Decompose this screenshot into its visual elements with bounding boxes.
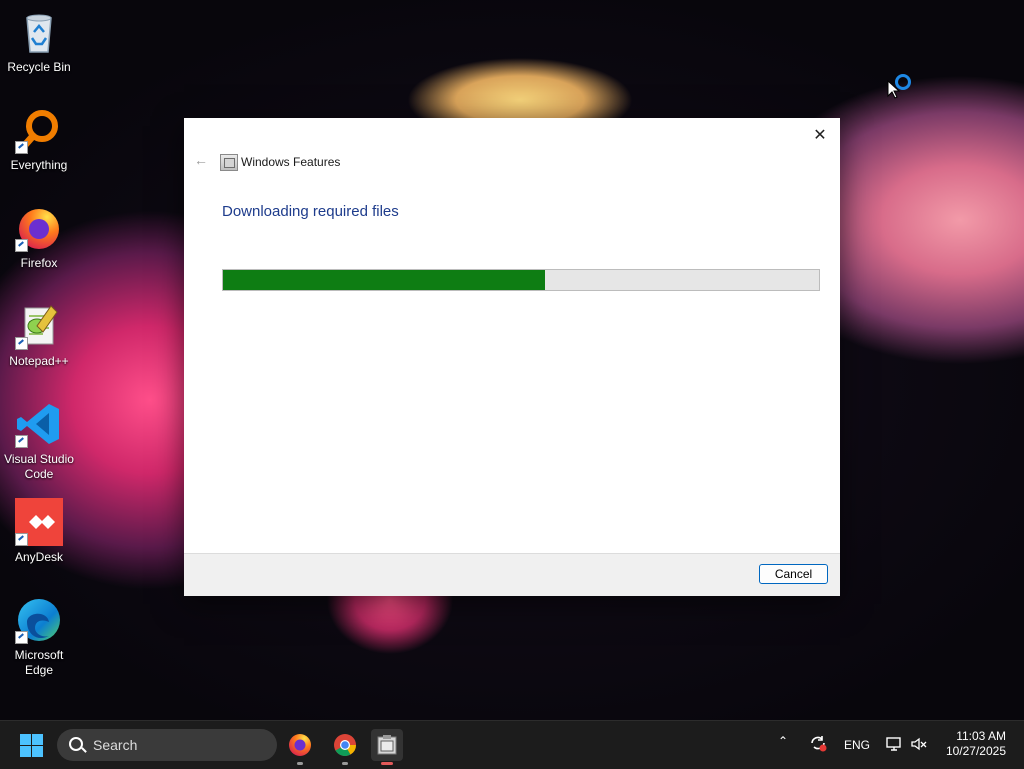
shortcut-arrow-icon: [15, 141, 28, 154]
desktop-icon-label: Notepad++: [9, 354, 69, 368]
desktop-icon-label: Firefox: [20, 256, 58, 270]
close-button[interactable]: ✕: [808, 124, 832, 148]
shortcut-arrow-icon: [15, 435, 28, 448]
desktop-icon-label: Everything: [10, 158, 68, 172]
windows-features-icon: [377, 735, 397, 755]
language-indicator[interactable]: ENG: [844, 738, 870, 752]
cancel-button[interactable]: Cancel: [759, 564, 828, 584]
close-icon: ✕: [813, 127, 827, 144]
clock-date: 10/27/2025: [945, 744, 1006, 758]
status-heading: Downloading required files: [222, 203, 399, 220]
dialog-title: Windows Features: [241, 155, 341, 169]
taskbar-app-firefox[interactable]: [284, 729, 316, 765]
search-icon: [69, 737, 83, 751]
desktop-icon-firefox[interactable]: Firefox: [0, 204, 78, 271]
sync-status-icon[interactable]: [808, 733, 828, 756]
firefox-icon: [289, 734, 311, 756]
recycle-bin-icon: [15, 8, 63, 56]
search-placeholder: Search: [93, 737, 138, 753]
notepadpp-icon: [15, 302, 63, 350]
shortcut-arrow-icon: [15, 239, 28, 252]
chrome-icon: [334, 734, 356, 756]
desktop-icon-everything[interactable]: Everything: [0, 106, 78, 173]
progress-fill: [223, 270, 545, 290]
active-indicator: [381, 762, 393, 765]
running-indicator: [342, 762, 348, 765]
windows-features-icon: [220, 154, 238, 171]
vscode-icon: [15, 400, 63, 448]
running-indicator: [297, 762, 303, 765]
shortcut-arrow-icon: [15, 337, 28, 350]
windows-features-dialog: ✕ ← Windows Features Downloading require…: [184, 118, 840, 596]
taskbar-app-windows-features[interactable]: [371, 729, 403, 765]
desktop-icon-label: Microsoft Edge: [14, 648, 64, 677]
show-hidden-icons-button[interactable]: ⌃: [778, 734, 788, 748]
volume-muted-icon[interactable]: [910, 735, 928, 756]
desktop-icon-notepadpp[interactable]: Notepad++: [0, 302, 78, 369]
anydesk-icon: [15, 498, 63, 546]
network-icon[interactable]: [885, 735, 903, 756]
desktop-icon-label: Visual Studio Code: [4, 452, 74, 481]
firefox-icon: [15, 204, 63, 252]
download-progress-bar: [222, 269, 820, 291]
taskbar-clock[interactable]: 11:03 AM 10/27/2025: [946, 729, 1006, 759]
taskbar-app-chrome[interactable]: [329, 729, 361, 765]
chevron-up-icon: ⌃: [778, 734, 789, 748]
desktop-icon-recycle-bin[interactable]: Recycle Bin: [0, 8, 78, 75]
everything-search-icon: [15, 106, 63, 154]
back-arrow-icon: ←: [194, 152, 208, 168]
desktop-icon-edge[interactable]: Microsoft Edge: [0, 596, 78, 678]
desktop-icon-vscode[interactable]: Visual Studio Code: [0, 400, 78, 482]
dialog-footer: Cancel: [184, 553, 840, 596]
busy-spinner-icon: [895, 74, 911, 90]
windows-logo-icon: [20, 734, 31, 745]
desktop-icon-label: AnyDesk: [14, 550, 64, 564]
desktop-icon-label: Recycle Bin: [7, 60, 71, 74]
shortcut-arrow-icon: [15, 631, 28, 644]
start-button[interactable]: [20, 734, 43, 757]
edge-icon: [15, 596, 63, 644]
clock-time: 11:03 AM: [956, 729, 1006, 743]
taskbar: Search ⌃ ENG 11:03 AM 10/27/2025: [0, 720, 1024, 769]
back-button[interactable]: ←: [192, 152, 210, 168]
taskbar-search-box[interactable]: Search: [57, 729, 277, 761]
desktop-icon-anydesk[interactable]: AnyDesk: [0, 498, 78, 565]
shortcut-arrow-icon: [15, 533, 28, 546]
